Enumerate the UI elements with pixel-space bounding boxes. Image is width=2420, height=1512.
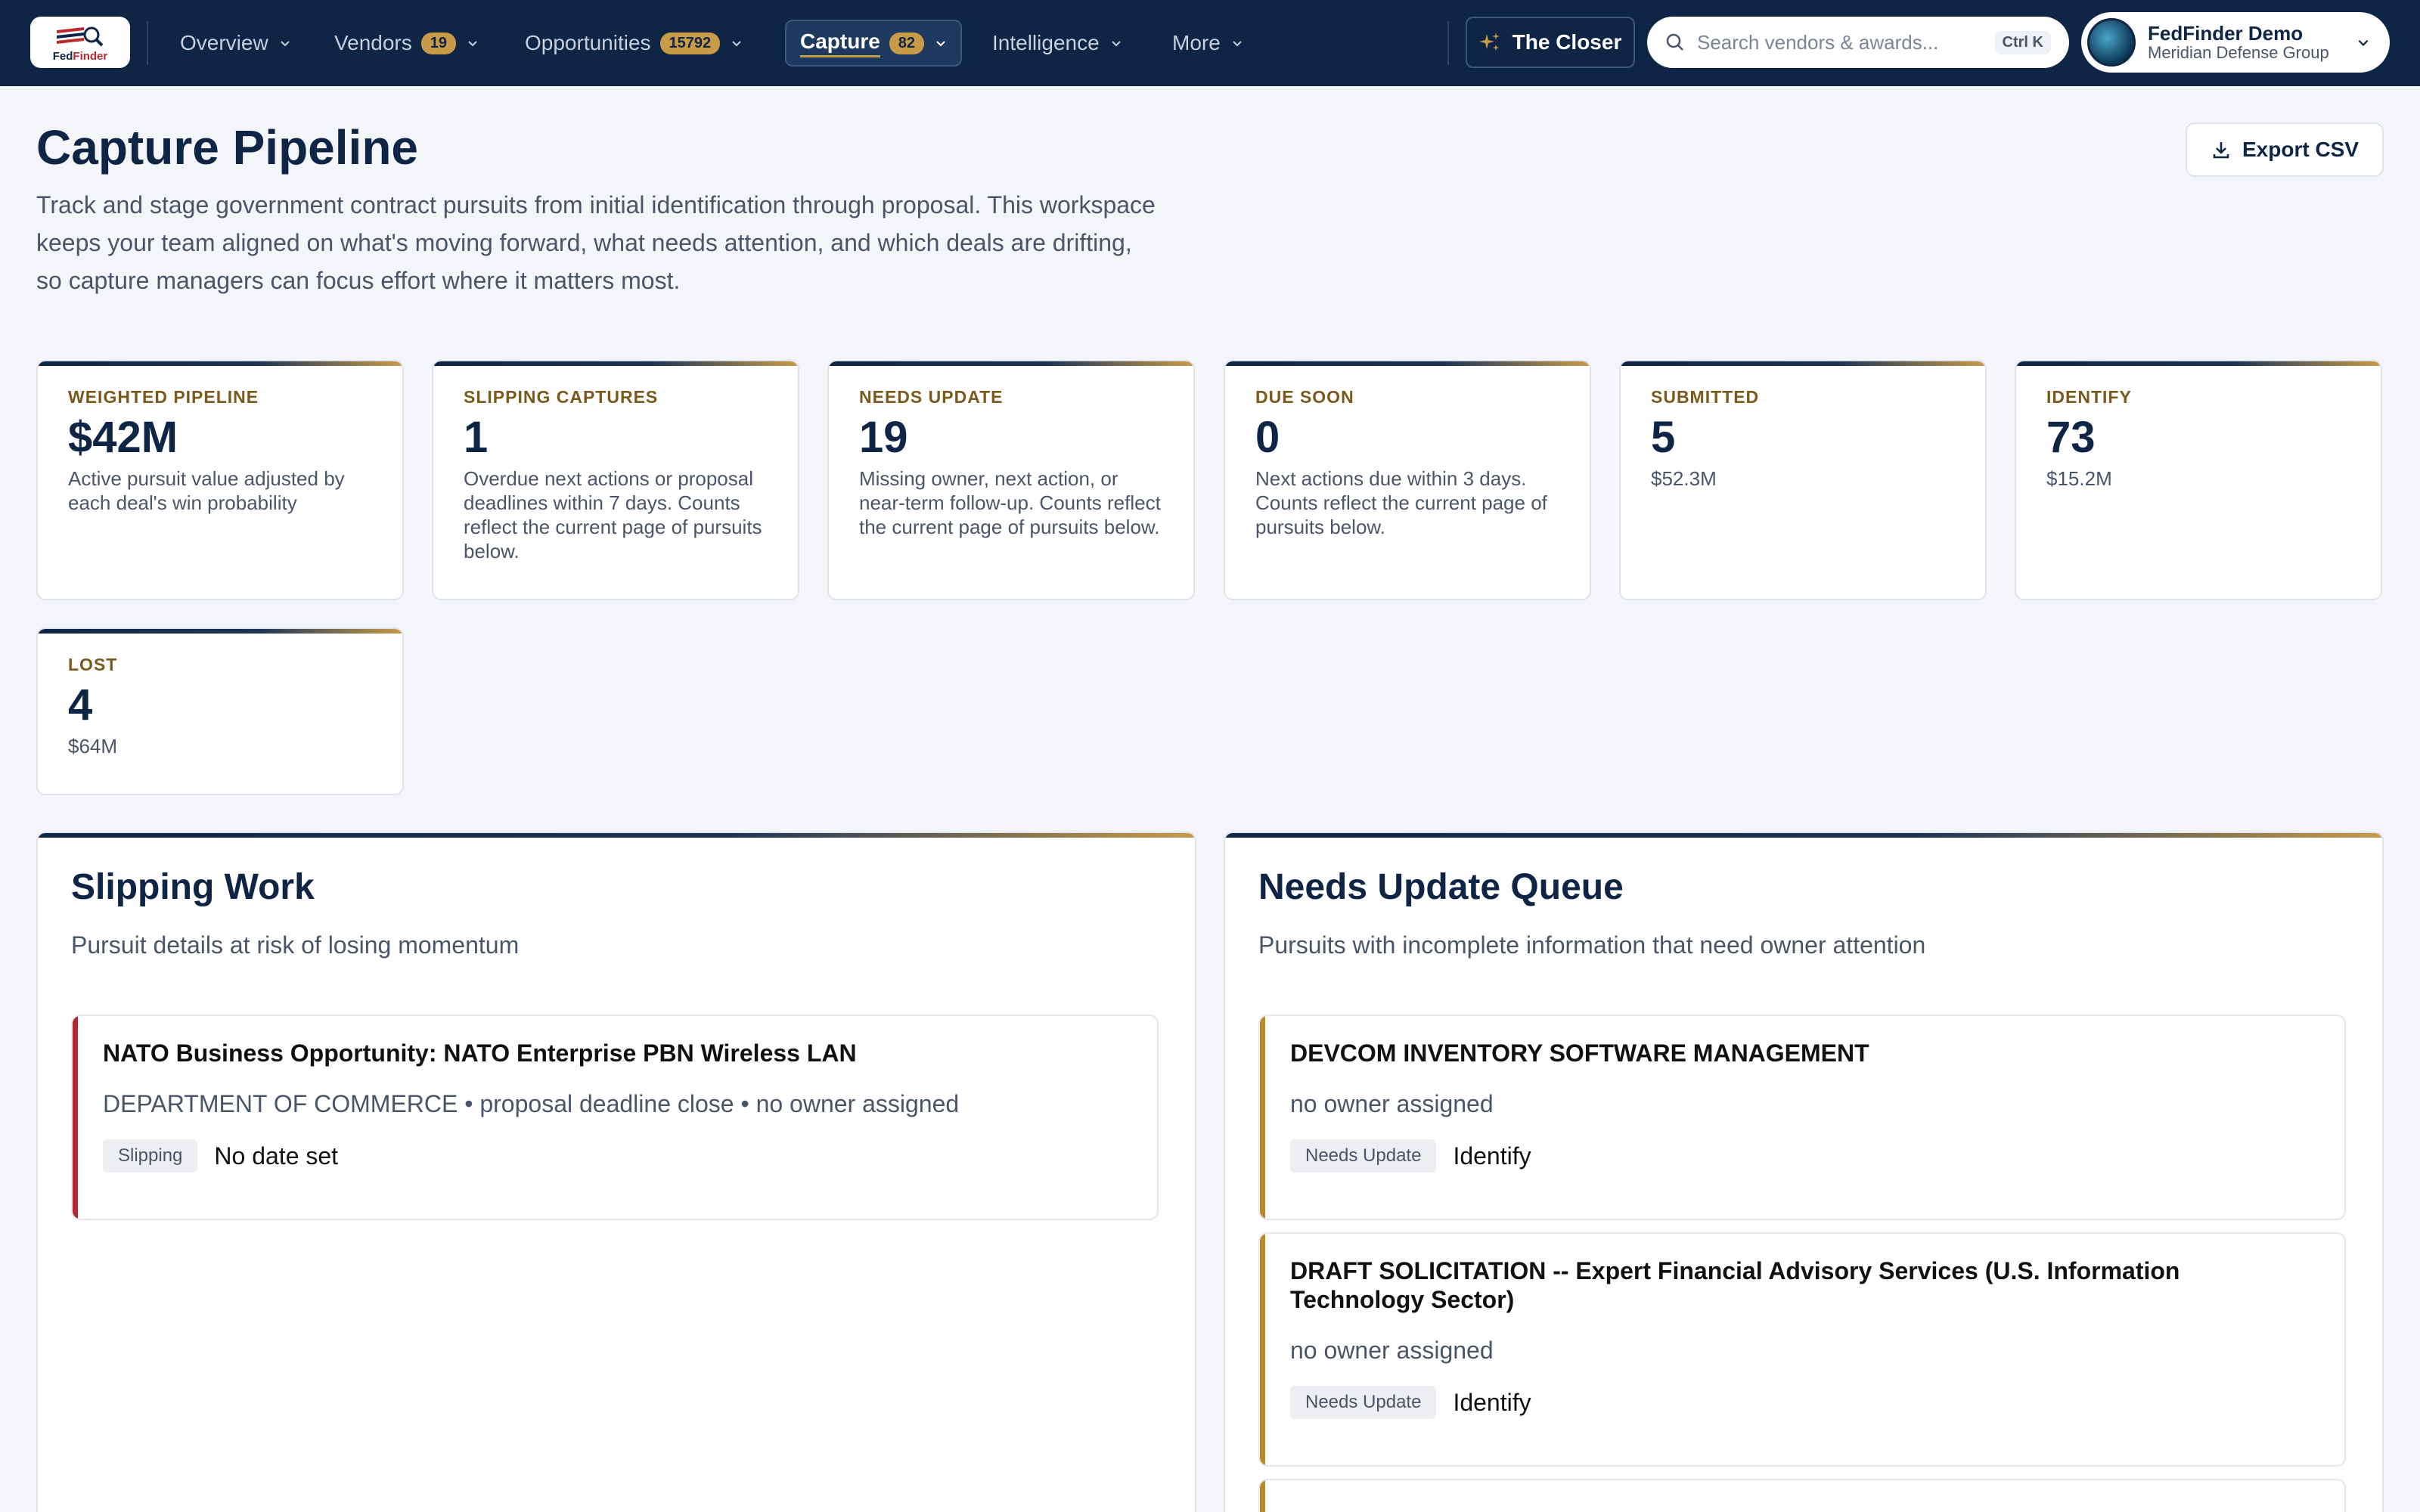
nav-capture[interactable]: Capture 82	[785, 20, 963, 67]
top-nav: FedFinder Overview Vendors 19 Opportunit…	[0, 0, 2420, 86]
stat-value: 19	[859, 413, 908, 462]
needs-update-item[interactable]: DEVCOM INVENTORY SOFTWARE MANAGEMENT no …	[1258, 1015, 2346, 1220]
stat-value: 0	[1255, 413, 1280, 462]
stat-label: WEIGHTED PIPELINE	[68, 387, 259, 407]
stat-label: IDENTIFY	[2046, 387, 2132, 407]
nav-vendors-label: Vendors	[334, 31, 412, 54]
nav-opportunities[interactable]: Opportunities 15792	[525, 20, 743, 67]
nav-capture-label: Capture	[800, 29, 880, 57]
stat-label: SLIPPING CAPTURES	[464, 387, 659, 407]
stat-card-needs-update: NEEDS UPDATE 19 Missing owner, next acti…	[827, 360, 1195, 600]
needs-update-item-partial[interactable]	[1258, 1479, 2346, 1512]
item-date: No date set	[214, 1142, 339, 1170]
nav-divider	[1447, 21, 1449, 65]
search-shortcut-hint: Ctrl K	[1994, 30, 2051, 54]
needs-update-accent-bar	[1260, 1480, 1265, 1512]
sparkle-icon	[1478, 33, 1500, 51]
item-meta: no owner assigned	[1290, 1090, 1494, 1117]
slipping-item[interactable]: NATO Business Opportunity: NATO Enterpri…	[71, 1015, 1159, 1220]
nav-divider	[147, 21, 148, 65]
page-description: Track and stage government contract purs…	[36, 191, 1156, 294]
panel-subtitle: Pursuit details at risk of losing moment…	[71, 931, 520, 959]
item-title: DEVCOM INVENTORY SOFTWARE MANAGEMENT	[1290, 1040, 1869, 1067]
user-name: FedFinder Demo	[2148, 21, 2304, 45]
chevron-down-icon	[280, 41, 290, 47]
chevron-down-icon	[2358, 39, 2369, 46]
item-meta: no owner assigned	[1290, 1337, 1494, 1364]
stat-card-lost: LOST 4 $64M	[36, 627, 404, 795]
chevron-down-icon	[936, 41, 945, 47]
slipping-work-panel: Slipping Work Pursuit details at risk of…	[36, 832, 1196, 1512]
chevron-down-icon	[1233, 41, 1242, 47]
stat-card-identify: IDENTIFY 73 $15.2M	[2015, 360, 2382, 600]
item-stage: Identify	[1453, 1388, 1531, 1416]
nav-more[interactable]: More	[1172, 20, 1243, 67]
search-placeholder: Search vendors & awards...	[1697, 30, 1939, 54]
logo-wordmark: FedFinder	[52, 49, 108, 63]
panel-title: Slipping Work	[71, 867, 315, 907]
status-badge: Needs Update	[1290, 1386, 1437, 1419]
vendors-count-badge: 19	[420, 32, 456, 54]
stat-value: 4	[68, 680, 93, 730]
chevron-down-icon	[732, 41, 741, 47]
stat-description: Next actions due within 3 days. Counts r…	[1255, 466, 1547, 538]
user-organization: Meridian Defense Group	[2148, 43, 2329, 63]
stat-description: Active pursuit value adjusted by each de…	[68, 466, 345, 514]
search-icon	[1666, 33, 1683, 51]
avatar	[2087, 18, 2136, 67]
chevron-down-icon	[468, 41, 477, 47]
download-icon	[2213, 142, 2229, 159]
stat-amount: $15.2M	[2046, 466, 2112, 490]
panel-title: Needs Update Queue	[1258, 867, 1624, 907]
nav-more-label: More	[1172, 31, 1221, 54]
needs-update-item[interactable]: DRAFT SOLICITATION -- Expert Financial A…	[1258, 1232, 2346, 1467]
fedfinder-logo[interactable]: FedFinder	[30, 17, 130, 68]
item-title: DRAFT SOLICITATION -- Expert Financial A…	[1290, 1257, 2180, 1313]
stat-amount: $52.3M	[1651, 466, 1717, 490]
stat-value: $42M	[68, 413, 178, 462]
needs-update-panel: Needs Update Queue Pursuits with incompl…	[1224, 832, 2384, 1512]
stat-value: 1	[464, 413, 489, 462]
item-stage: Identify	[1453, 1142, 1531, 1170]
status-badge: Needs Update	[1290, 1139, 1437, 1173]
stat-description: Overdue next actions or proposal deadlin…	[464, 466, 762, 562]
the-closer-label: The Closer	[1512, 30, 1622, 54]
stat-value: 5	[1651, 413, 1676, 462]
stat-card-submitted: SUBMITTED 5 $52.3M	[1619, 360, 1987, 600]
opportunities-count-badge: 15792	[659, 32, 721, 54]
stat-label: LOST	[68, 655, 118, 674]
stat-card-weighted-pipeline: WEIGHTED PIPELINE $42M Active pursuit va…	[36, 360, 404, 600]
stat-label: NEEDS UPDATE	[859, 387, 1004, 407]
status-badge: Slipping	[103, 1139, 198, 1173]
panel-subtitle: Pursuits with incomplete information tha…	[1258, 931, 1926, 959]
stat-card-due-soon: DUE SOON 0 Next actions due within 3 day…	[1224, 360, 1591, 600]
needs-update-accent-bar	[1260, 1234, 1265, 1465]
nav-vendors[interactable]: Vendors 19	[334, 20, 479, 67]
stat-description: Missing owner, next action, or near-term…	[859, 466, 1161, 538]
nav-overview-label: Overview	[180, 31, 268, 54]
logo-flag-icon	[57, 26, 104, 46]
stat-amount: $64M	[68, 734, 118, 758]
capture-count-badge: 82	[889, 32, 925, 54]
nav-intelligence-label: Intelligence	[992, 31, 1100, 54]
needs-update-accent-bar	[1260, 1016, 1265, 1219]
user-menu[interactable]: FedFinder Demo Meridian Defense Group	[2081, 12, 2390, 73]
item-meta: DEPARTMENT OF COMMERCE • proposal deadli…	[103, 1090, 960, 1117]
stat-label: SUBMITTED	[1651, 387, 1760, 407]
the-closer-button[interactable]: The Closer	[1466, 17, 1635, 68]
slipping-accent-bar	[73, 1016, 78, 1219]
nav-intelligence[interactable]: Intelligence	[992, 20, 1122, 67]
nav-overview[interactable]: Overview	[180, 20, 291, 67]
stat-value: 73	[2046, 413, 2096, 462]
export-csv-button[interactable]: Export CSV	[2186, 122, 2384, 177]
page-title: Capture Pipeline	[36, 120, 418, 175]
item-title: NATO Business Opportunity: NATO Enterpri…	[103, 1040, 857, 1067]
nav-opportunities-label: Opportunities	[525, 31, 651, 54]
chevron-down-icon	[1111, 41, 1121, 47]
search-input[interactable]: Search vendors & awards... Ctrl K	[1647, 17, 2069, 68]
stat-card-slipping-captures: SLIPPING CAPTURES 1 Overdue next actions…	[432, 360, 799, 600]
stat-label: DUE SOON	[1255, 387, 1354, 407]
export-csv-label: Export CSV	[2242, 138, 2360, 161]
